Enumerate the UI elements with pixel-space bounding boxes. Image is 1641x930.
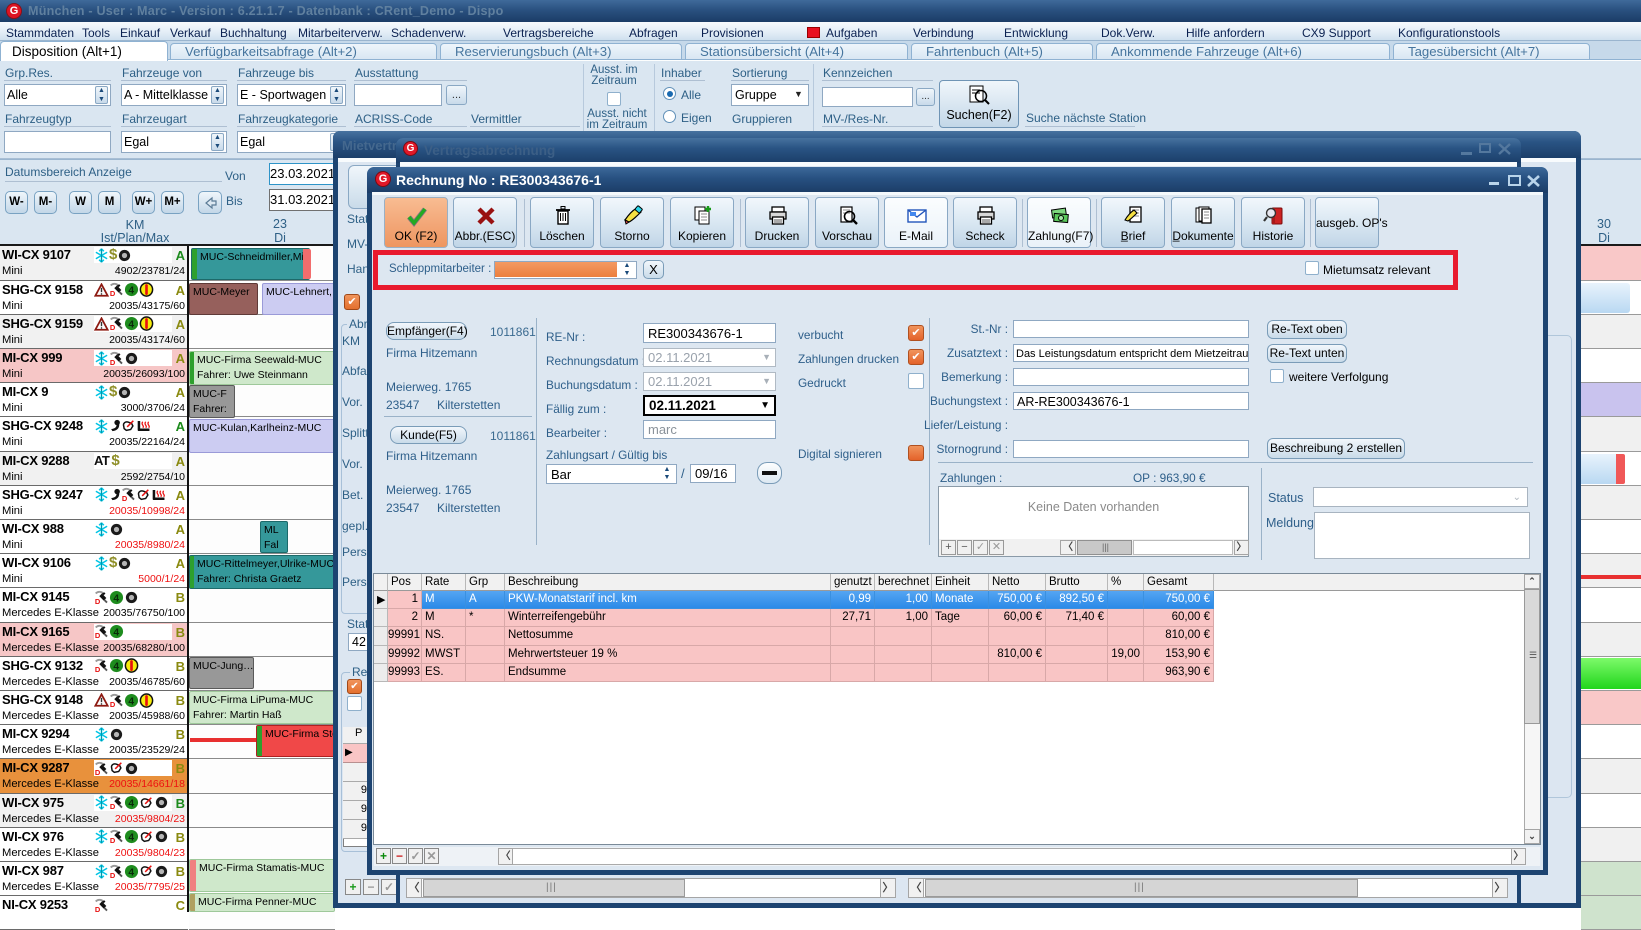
svg-text:D: D (110, 323, 116, 331)
svg-text:4: 4 (128, 696, 134, 707)
svg-text:D: D (110, 358, 116, 366)
svg-text:4: 4 (113, 593, 119, 604)
svg-text:4: 4 (128, 320, 134, 331)
svg-text:4: 4 (113, 662, 119, 673)
svg-text:4: 4 (128, 285, 134, 296)
svg-text:D: D (95, 665, 101, 673)
svg-text:D: D (110, 802, 116, 810)
svg-text:D: D (110, 871, 116, 879)
svg-text:D: D (122, 494, 128, 502)
svg-text:D: D (95, 597, 101, 605)
svg-text:4: 4 (128, 833, 134, 844)
svg-text:4: 4 (113, 627, 119, 638)
svg-text:D: D (95, 631, 101, 639)
svg-text:D: D (110, 289, 116, 297)
svg-text:4: 4 (128, 867, 134, 878)
svg-text:D: D (110, 836, 116, 844)
svg-text:D: D (110, 700, 116, 708)
svg-text:D: D (95, 768, 101, 776)
svg-text:4: 4 (128, 798, 134, 809)
